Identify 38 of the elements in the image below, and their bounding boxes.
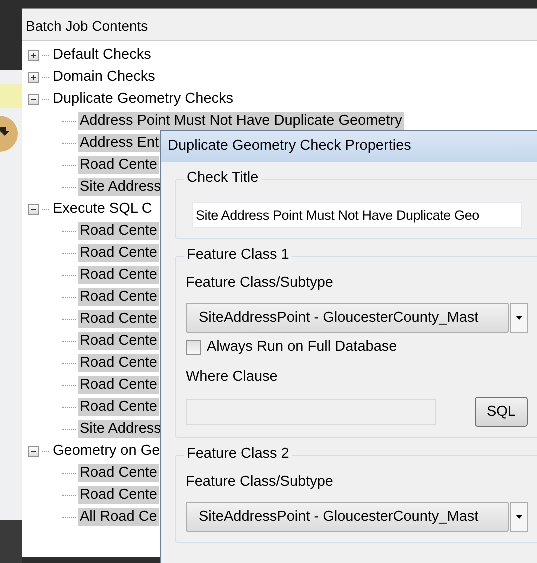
sql-button[interactable]: SQL [475,397,528,427]
tree-item[interactable]: Address Point Must Not Have Duplicate Geometry [78,112,404,130]
expand-icon[interactable] [28,72,39,82]
dropdown-arrow-icon [516,515,522,519]
field-label: Feature Class/Subtype [186,474,334,490]
tree-item[interactable]: Road Cente [78,376,160,394]
database-icon [0,116,20,152]
tree-item[interactable]: Road Cente [78,332,160,350]
tree-item[interactable]: Road Cente [78,310,160,328]
tree-item[interactable]: Road Cente [78,222,160,240]
tree-item[interactable]: Road Cente [78,244,160,262]
tree-item[interactable]: Road Cente [78,288,160,306]
tree-item[interactable]: Road Cente [78,354,160,372]
tree-item[interactable]: Road Cente [78,398,160,416]
collapse-icon[interactable] [28,446,39,456]
tree-item[interactable]: Road Cente [78,156,160,174]
dialog-title: Duplicate Geometry Check Properties [161,131,537,162]
tree-item[interactable]: Default Checks [51,46,154,64]
dropdown-arrow-icon [516,316,522,320]
field-label: Feature Class/Subtype [186,275,334,291]
checkbox[interactable] [186,340,201,354]
field-label: Where Clause [186,369,279,385]
tree-item[interactable]: Road Cente [78,266,160,284]
tree-item[interactable]: Duplicate Geometry Checks [51,90,236,108]
expand-icon[interactable] [28,50,39,60]
collapse-icon[interactable] [28,94,39,104]
tree-item[interactable]: Road Cente [78,464,160,482]
collapse-icon[interactable] [28,204,39,214]
tree-item[interactable]: Execute SQL C [51,200,154,218]
tree-item[interactable]: Road Cente [78,486,160,504]
checkbox-label: Always Run on Full Database [207,339,398,355]
title-field[interactable]: Site Address Point Must Not Have Duplicate Geo [192,202,522,228]
tree-item[interactable]: Geometry on Ge [51,442,162,460]
tree-item[interactable]: All Road Ce [78,508,160,526]
highlight-strip [0,84,22,108]
tree-item[interactable]: Domain Checks [51,68,158,86]
tree-item[interactable]: Address Ent [78,134,161,152]
panel-title: Batch Job Contents [22,9,537,41]
